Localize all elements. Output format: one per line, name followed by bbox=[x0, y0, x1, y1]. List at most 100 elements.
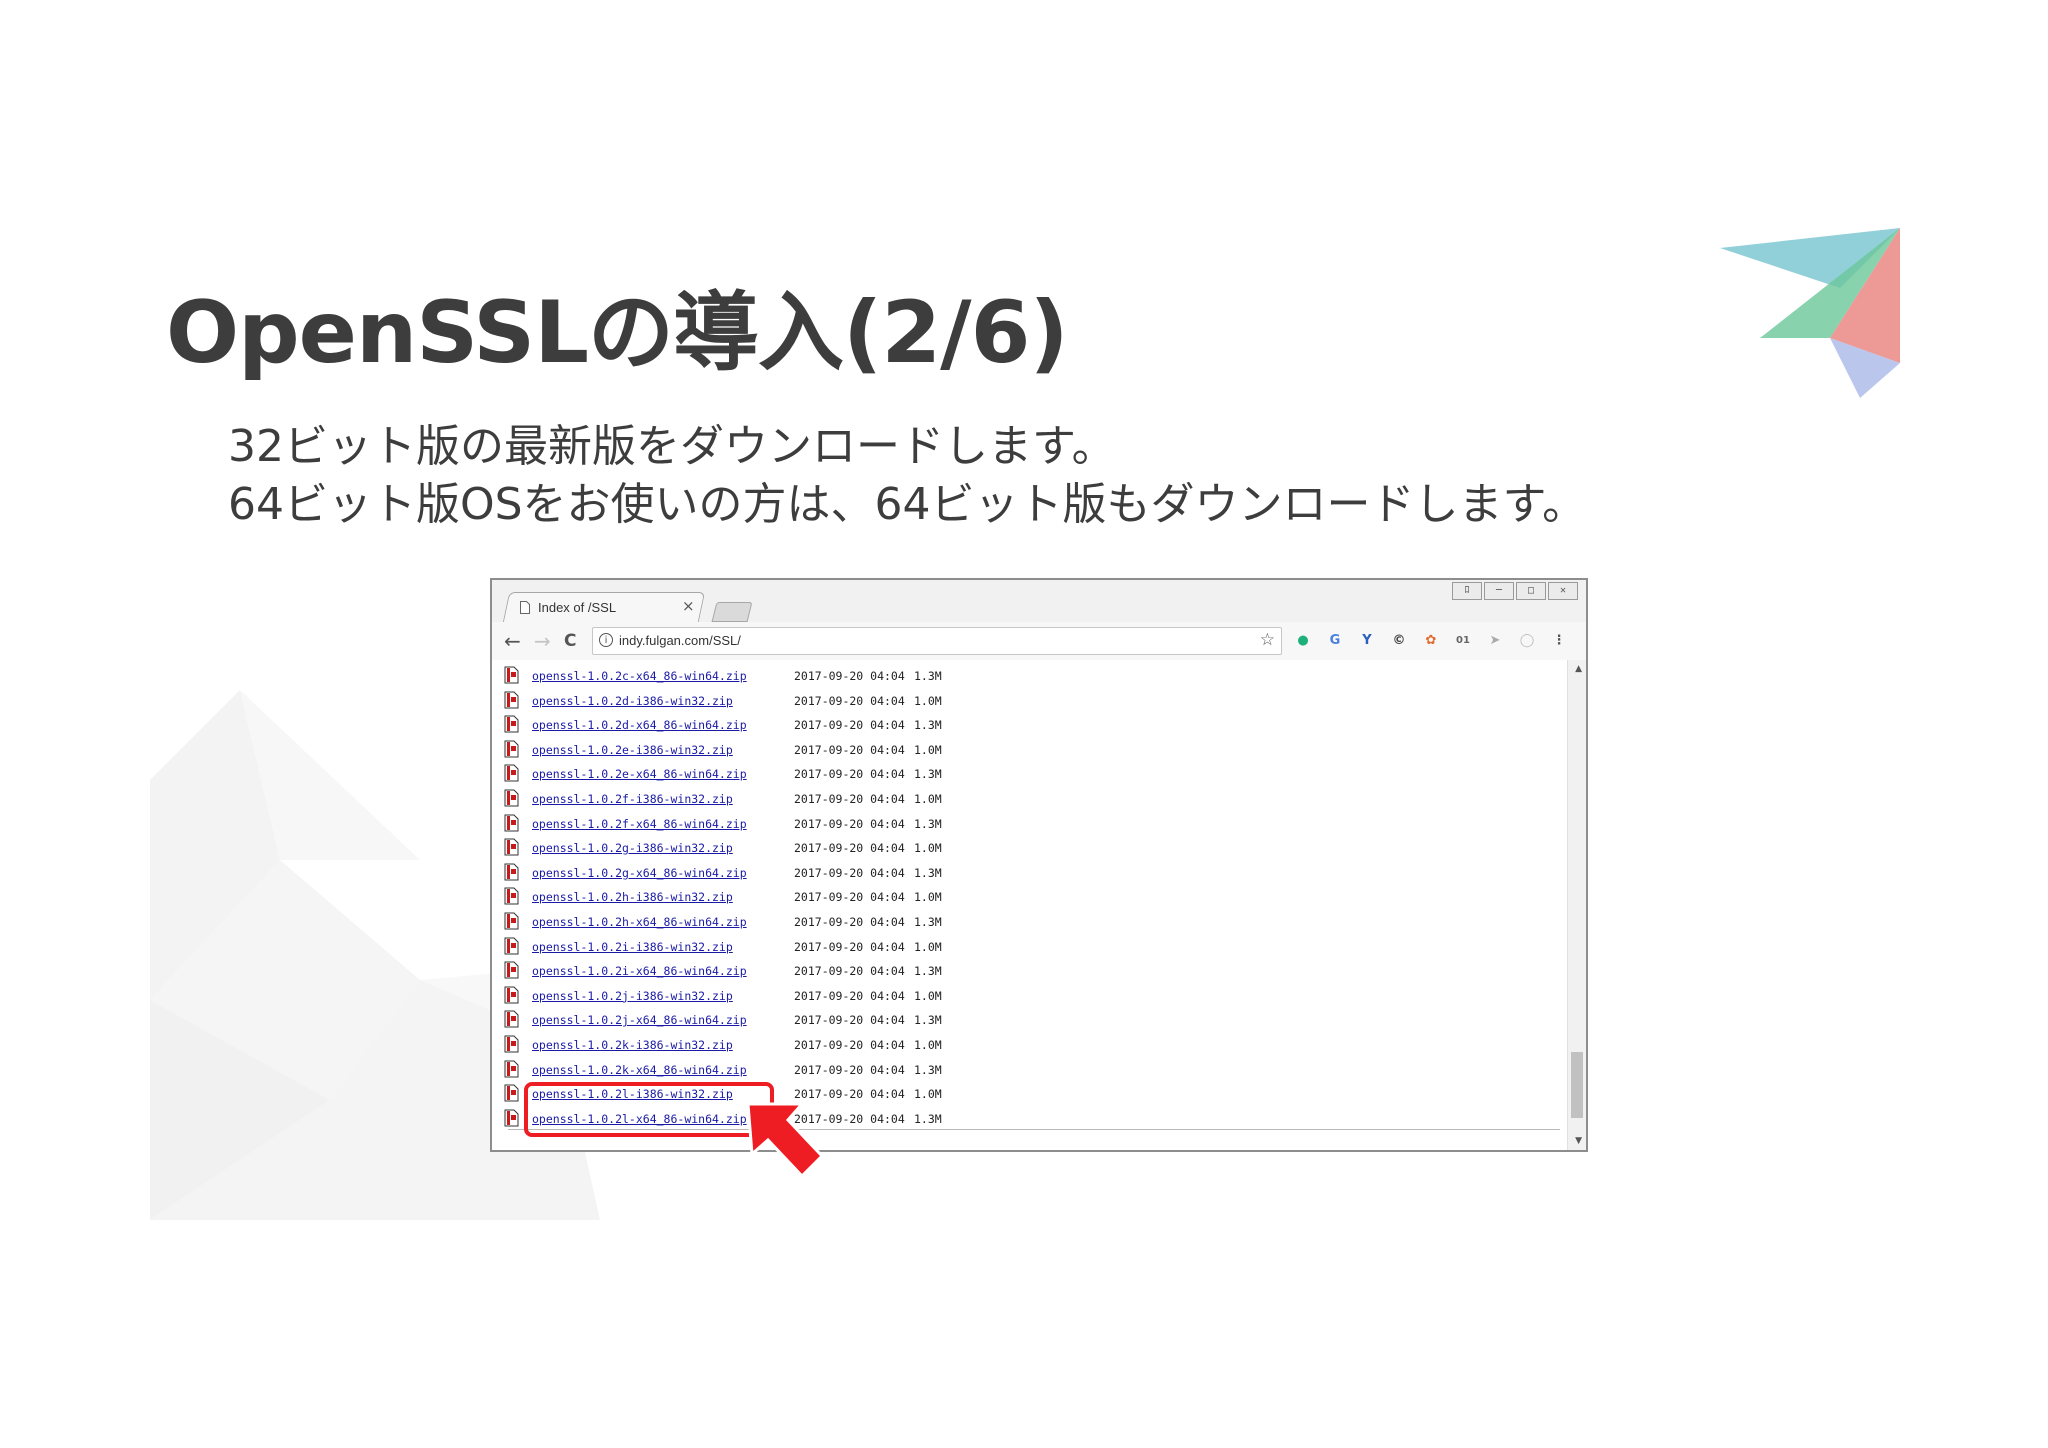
extension-01-icon[interactable]: 01 bbox=[1454, 632, 1472, 650]
scroll-thumb[interactable] bbox=[1571, 1052, 1583, 1118]
file-size: 1.0M bbox=[914, 693, 942, 708]
body-line-1: 32ビット版の最新版をダウンロードします。 bbox=[228, 421, 1116, 472]
compressed-file-icon bbox=[504, 912, 519, 930]
bookmark-star-icon[interactable]: ☆ bbox=[1260, 630, 1275, 650]
compressed-file-icon bbox=[504, 1010, 519, 1028]
file-size: 1.3M bbox=[914, 767, 942, 782]
file-size: 1.0M bbox=[914, 792, 942, 806]
tab-strip: Index of /SSL × ﾛ ─ □ ✕ bbox=[492, 580, 1586, 622]
scroll-up-icon[interactable]: ▲ bbox=[1575, 664, 1582, 674]
browser-toolbar: ← → C i indy.fulgan.com/SSL/ ☆ ● G Y © ✿… bbox=[492, 622, 1586, 661]
compressed-file-icon bbox=[504, 887, 519, 905]
file-link[interactable]: openssl-1.0.2j-x64_86-win64.zip bbox=[532, 1013, 747, 1027]
compressed-file-icon bbox=[504, 986, 519, 1004]
extension-eye-icon[interactable]: ● bbox=[1294, 632, 1312, 650]
page-icon bbox=[520, 600, 530, 614]
compressed-file-icon bbox=[504, 1060, 519, 1078]
file-date: 2017-09-20 04:04 bbox=[794, 742, 905, 757]
file-date: 2017-09-20 04:04 bbox=[794, 669, 905, 683]
menu-icon[interactable]: ⋮ bbox=[1550, 632, 1568, 650]
compressed-file-icon bbox=[504, 937, 519, 955]
cursor-extension-icon[interactable]: ➤ bbox=[1486, 632, 1504, 650]
translate-icon[interactable]: G bbox=[1326, 632, 1344, 650]
file-date: 2017-09-20 04:04 bbox=[794, 792, 905, 806]
page-content: openssl-1.0.2c-x64_86-win64.zip 2017-09-2… bbox=[492, 660, 1586, 1150]
file-size: 1.3M bbox=[914, 669, 942, 683]
compressed-file-icon bbox=[504, 666, 519, 684]
file-link[interactable]: openssl-1.0.2j-i386-win32.zip bbox=[532, 989, 733, 1003]
slide-body: 32ビット版の最新版をダウンロードします。 64ビット版OSをお使いの方は、64… bbox=[228, 418, 1586, 534]
file-link[interactable]: openssl-1.0.2f-i386-win32.zip bbox=[532, 792, 733, 806]
file-link[interactable]: openssl-1.0.2d-x64_86-win64.zip bbox=[532, 718, 747, 732]
address-bar[interactable]: i indy.fulgan.com/SSL/ ☆ bbox=[592, 627, 1282, 655]
body-line-2: 64ビット版OSをお使いの方は、64ビット版もダウンロードします。 bbox=[228, 479, 1587, 530]
minimize-button[interactable]: ─ bbox=[1484, 582, 1514, 600]
window-controls: ﾛ ─ □ ✕ bbox=[1452, 582, 1578, 600]
file-size: 1.0M bbox=[914, 939, 942, 954]
file-date: 2017-09-20 04:04 bbox=[794, 939, 905, 954]
file-size: 1.0M bbox=[914, 742, 942, 757]
file-date: 2017-09-20 04:04 bbox=[794, 964, 905, 979]
back-button[interactable]: ← bbox=[504, 628, 521, 654]
close-window-button[interactable]: ✕ bbox=[1548, 582, 1578, 600]
compressed-file-icon bbox=[504, 715, 519, 733]
file-link[interactable]: openssl-1.0.2d-i386-win32.zip bbox=[532, 694, 733, 708]
file-size: 1.0M bbox=[914, 1087, 942, 1102]
file-size: 1.3M bbox=[914, 865, 942, 880]
file-size: 1.3M bbox=[914, 1111, 942, 1126]
file-size: 1.3M bbox=[914, 816, 942, 831]
compressed-file-icon bbox=[504, 789, 519, 807]
compressed-file-icon bbox=[504, 863, 519, 881]
extension-c-icon[interactable]: © bbox=[1390, 632, 1408, 650]
file-link[interactable]: openssl-1.0.2i-i386-win32.zip bbox=[532, 940, 733, 954]
compressed-file-icon bbox=[504, 1109, 519, 1127]
file-date: 2017-09-20 04:04 bbox=[794, 718, 905, 733]
forward-button[interactable]: → bbox=[534, 628, 551, 654]
browser-screenshot: Index of /SSL × ﾛ ─ □ ✕ ← → C i indy.ful… bbox=[490, 578, 1588, 1152]
highlight-box bbox=[524, 1082, 774, 1137]
file-date: 2017-09-20 04:04 bbox=[794, 915, 905, 929]
file-date: 2017-09-20 04:04 bbox=[794, 767, 905, 782]
file-link[interactable]: openssl-1.0.2h-i386-win32.zip bbox=[532, 890, 733, 904]
info-icon[interactable]: i bbox=[599, 633, 613, 647]
file-date: 2017-09-20 04:04 bbox=[794, 890, 905, 905]
file-size: 1.3M bbox=[914, 1013, 942, 1028]
tab-title: Index of /SSL bbox=[538, 599, 617, 615]
maximize-button[interactable]: □ bbox=[1516, 582, 1546, 600]
url-text: indy.fulgan.com/SSL/ bbox=[619, 633, 741, 648]
new-tab-button[interactable] bbox=[711, 602, 753, 622]
file-link[interactable]: openssl-1.0.2e-i386-win32.zip bbox=[532, 743, 733, 757]
file-date: 2017-09-20 04:04 bbox=[794, 988, 905, 1003]
compressed-file-icon bbox=[504, 740, 519, 758]
file-date: 2017-09-20 04:04 bbox=[794, 841, 905, 856]
file-date: 2017-09-20 04:04 bbox=[794, 1062, 905, 1077]
extension-circle-icon[interactable]: ◯ bbox=[1518, 632, 1536, 650]
file-link[interactable]: openssl-1.0.2f-x64_86-win64.zip bbox=[532, 817, 747, 831]
file-date: 2017-09-20 04:04 bbox=[794, 1038, 905, 1052]
compressed-file-icon bbox=[504, 1084, 519, 1102]
file-size: 1.3M bbox=[914, 1062, 942, 1077]
file-link[interactable]: openssl-1.0.2h-x64_86-win64.zip bbox=[532, 915, 747, 929]
file-link[interactable]: openssl-1.0.2c-x64_86-win64.zip bbox=[532, 669, 747, 683]
file-date: 2017-09-20 04:04 bbox=[794, 865, 905, 880]
file-link[interactable]: openssl-1.0.2g-x64_86-win64.zip bbox=[532, 866, 747, 880]
file-link[interactable]: openssl-1.0.2i-x64_86-win64.zip bbox=[532, 964, 747, 978]
company-logo bbox=[1720, 228, 1900, 398]
user-button[interactable]: ﾛ bbox=[1452, 582, 1482, 600]
close-tab-icon[interactable]: × bbox=[682, 597, 695, 615]
color-picker-icon[interactable]: ✿ bbox=[1422, 632, 1440, 650]
file-size: 1.3M bbox=[914, 964, 942, 979]
file-link[interactable]: openssl-1.0.2k-i386-win32.zip bbox=[532, 1038, 733, 1052]
slide-title: OpenSSLの導入(2/6) bbox=[166, 283, 1069, 383]
file-link[interactable]: openssl-1.0.2e-x64_86-win64.zip bbox=[532, 767, 747, 781]
compressed-file-icon bbox=[504, 691, 519, 709]
vertical-scrollbar[interactable]: ▲ ▼ bbox=[1567, 660, 1586, 1150]
extension-y-icon[interactable]: Y bbox=[1358, 632, 1376, 650]
file-link[interactable]: openssl-1.0.2k-x64_86-win64.zip bbox=[532, 1063, 747, 1077]
file-date: 2017-09-20 04:04 bbox=[794, 693, 905, 708]
file-link[interactable]: openssl-1.0.2g-i386-win32.zip bbox=[532, 841, 733, 855]
scroll-down-icon[interactable]: ▼ bbox=[1575, 1136, 1582, 1146]
red-pointer-arrow-icon bbox=[746, 1102, 825, 1179]
compressed-file-icon bbox=[504, 1035, 519, 1053]
reload-button[interactable]: C bbox=[564, 628, 576, 654]
